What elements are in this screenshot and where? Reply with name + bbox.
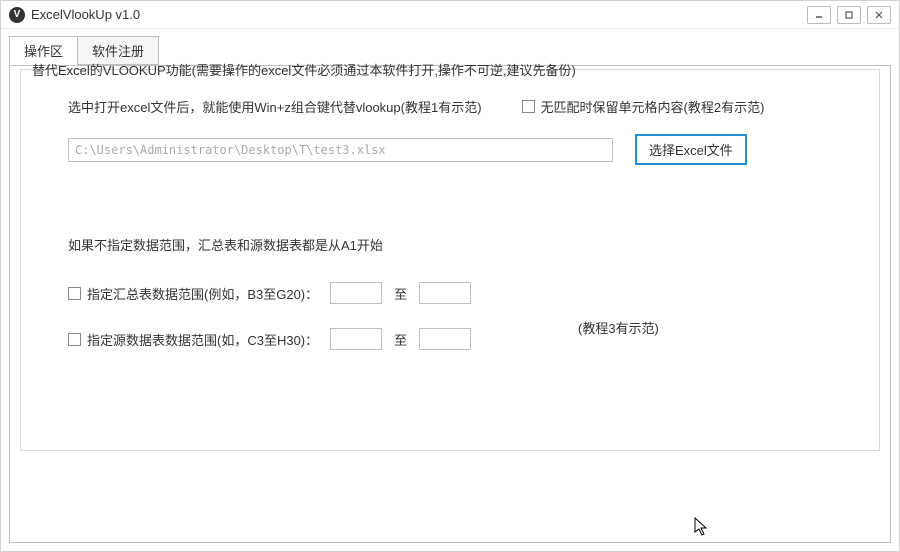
range1-start-input[interactable] — [330, 282, 382, 304]
groupbox-title: 替代Excel的VLOOKUP功能(需要操作的excel文件必须通过本软件打开,… — [28, 60, 580, 79]
range-row-summary: 指定汇总表数据范围(例如，B3至G20)： 至 — [68, 282, 862, 304]
groupbox-border — [20, 69, 880, 451]
range2-start-input[interactable] — [330, 328, 382, 350]
window-controls — [807, 6, 891, 24]
range1-label: 指定汇总表数据范围(例如，B3至G20)： — [87, 284, 318, 303]
cursor-icon — [694, 517, 710, 540]
checkbox-summary[interactable] — [68, 287, 81, 300]
tutorial3-note: (教程3有示范) — [578, 318, 659, 337]
range2-end-input[interactable] — [419, 328, 471, 350]
content-area: 操作区 软件注册 替代Excel的VLOOKUP功能(需要操作的excel文件必… — [1, 29, 899, 551]
range2-label: 指定源数据表数据范围(如，C3至H30)： — [87, 330, 318, 349]
range-row-source: 指定源数据表数据范围(如，C3至H30)： 至 — [68, 328, 862, 350]
maximize-button[interactable] — [837, 6, 861, 24]
checkbox-summary-wrap[interactable]: 指定汇总表数据范围(例如，B3至G20)： — [68, 284, 318, 303]
range1-end-input[interactable] — [419, 282, 471, 304]
titlebar: V ExcelVlookUp v1.0 — [1, 1, 899, 29]
checkbox-source-wrap[interactable]: 指定源数据表数据范围(如，C3至H30)： — [68, 330, 318, 349]
window-title: ExcelVlookUp v1.0 — [31, 7, 140, 22]
app-icon: V — [9, 7, 25, 23]
minimize-button[interactable] — [807, 6, 831, 24]
range-section: 指定汇总表数据范围(例如，B3至G20)： 至 指定源数据表数据范围(如，C3至… — [38, 282, 862, 350]
groupbox-main: 替代Excel的VLOOKUP功能(需要操作的excel文件必须通过本软件打开,… — [18, 69, 882, 453]
range1-sep: 至 — [394, 284, 407, 303]
close-button[interactable] — [867, 6, 891, 24]
tab-panel: 替代Excel的VLOOKUP功能(需要操作的excel文件必须通过本软件打开,… — [9, 65, 891, 543]
range2-sep: 至 — [394, 330, 407, 349]
titlebar-left: V ExcelVlookUp v1.0 — [9, 7, 140, 23]
checkbox-source[interactable] — [68, 333, 81, 346]
app-window: V ExcelVlookUp v1.0 操作区 软件注册 替代Excel的VLO… — [0, 0, 900, 552]
